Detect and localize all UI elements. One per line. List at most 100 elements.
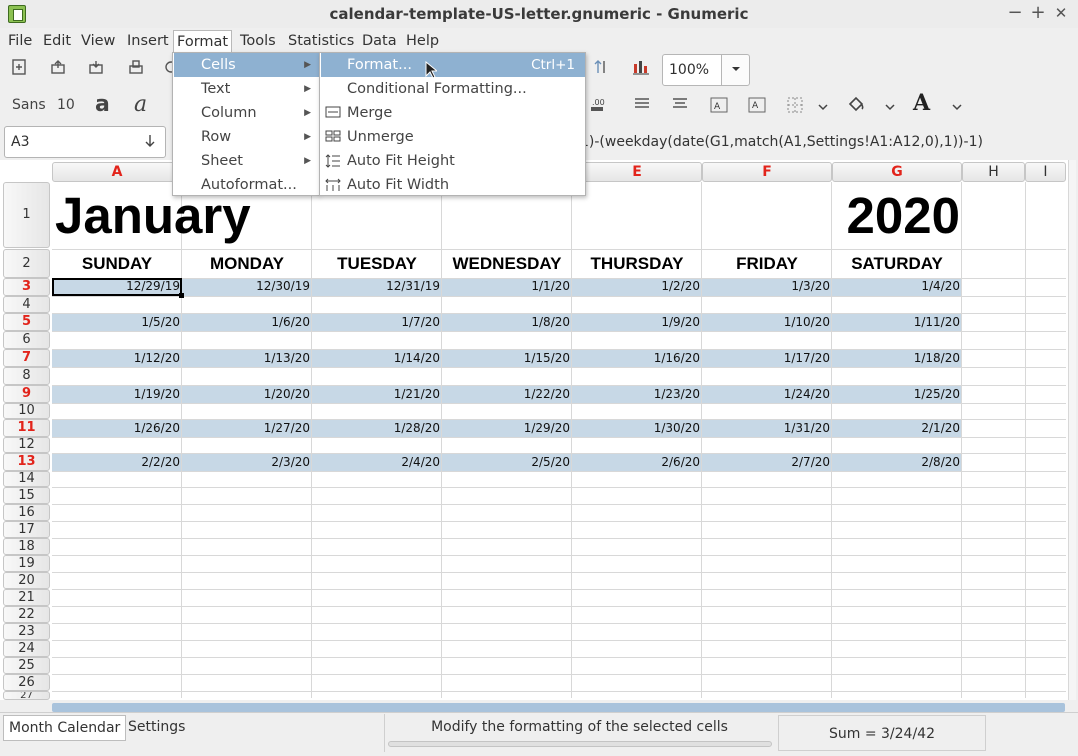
fill-color-icon[interactable] [845,94,867,116]
row-header-20[interactable]: 20 [3,572,50,589]
date-cell[interactable]: 1/5/20 [52,314,182,331]
menu-insert[interactable]: Insert [124,30,172,52]
menu-view[interactable]: View [78,30,118,52]
date-cell[interactable]: 1/9/20 [572,314,702,331]
print-preview-icon[interactable] [162,58,172,80]
menu-item-conditional-formatting[interactable]: Conditional Formatting... [321,77,585,101]
row-header-24[interactable]: 24 [3,640,50,657]
bold-icon[interactable]: a [95,92,110,117]
row-header-13[interactable]: 13 [3,453,50,471]
row-header-15[interactable]: 15 [3,487,50,504]
date-cell[interactable]: 1/2/20 [572,278,702,295]
date-cell[interactable]: 2/3/20 [182,454,312,471]
new-file-icon[interactable] [8,58,30,80]
horizontal-scrollbar[interactable] [52,703,1065,712]
row-header-6[interactable]: 6 [3,331,50,349]
maximize-button[interactable]: + [1027,3,1049,25]
chevron-down-icon[interactable] [946,96,968,118]
sheet-tab-month-calendar[interactable]: Month Calendar [3,715,127,741]
column-header-f[interactable]: F [702,162,832,182]
row-header-16[interactable]: 16 [3,504,50,521]
date-cell[interactable]: 2/5/20 [442,454,572,471]
date-cell[interactable]: 1/25/20 [832,386,962,403]
date-cell[interactable]: 1/18/20 [832,350,962,367]
decrease-decimals-icon[interactable]: .00 [590,96,612,118]
column-header-h[interactable]: H [962,162,1025,182]
chart-icon[interactable] [630,58,652,80]
date-cell[interactable]: 1/7/20 [312,314,442,331]
date-cell[interactable]: 12/30/19 [182,278,312,295]
menu-help[interactable]: Help [403,30,442,52]
align-left-icon[interactable] [631,96,653,118]
minimize-button[interactable]: − [1004,3,1026,25]
year-title-cell[interactable]: 2020 [832,188,960,244]
date-cell[interactable]: 1/31/20 [702,420,832,437]
superscript-icon[interactable]: A [708,96,730,118]
date-cell[interactable]: 1/13/20 [182,350,312,367]
menu-item-row[interactable]: Row ▶ [174,125,319,149]
close-button[interactable]: ✕ [1050,3,1072,25]
date-cell[interactable]: 1/30/20 [572,420,702,437]
date-cell[interactable]: 2/1/20 [832,420,962,437]
date-cell[interactable]: 2/4/20 [312,454,442,471]
date-cell[interactable]: 1/19/20 [52,386,182,403]
day-name-cell[interactable]: SATURDAY [832,250,962,278]
date-cell[interactable]: 1/16/20 [572,350,702,367]
date-cell[interactable]: 2/7/20 [702,454,832,471]
date-cell[interactable]: 1/8/20 [442,314,572,331]
row-header-22[interactable]: 22 [3,606,50,623]
column-header-e[interactable]: E [572,162,702,182]
date-cell[interactable]: 1/1/20 [442,278,572,295]
chevron-down-icon[interactable] [879,96,901,118]
date-cell[interactable]: 1/3/20 [702,278,832,295]
date-cell[interactable]: 1/17/20 [702,350,832,367]
date-cell[interactable]: 1/20/20 [182,386,312,403]
date-cell[interactable]: 1/11/20 [832,314,962,331]
row-header-21[interactable]: 21 [3,589,50,606]
date-cell[interactable]: 1/26/20 [52,420,182,437]
row-header-7[interactable]: 7 [3,349,50,367]
row-header-19[interactable]: 19 [3,555,50,572]
menu-tools[interactable]: Tools [237,30,279,52]
date-cell[interactable]: 2/2/20 [52,454,182,471]
menu-item-autoformat[interactable]: Autoformat... [174,173,319,197]
date-cell[interactable]: 1/14/20 [312,350,442,367]
day-name-cell[interactable]: FRIDAY [702,250,832,278]
print-icon[interactable] [125,58,147,80]
menu-item-text[interactable]: Text ▶ [174,77,319,101]
column-header-a[interactable]: A [52,162,182,182]
day-name-cell[interactable]: THURSDAY [572,250,702,278]
menu-file[interactable]: File [5,30,35,52]
borders-icon[interactable] [784,96,806,118]
vertical-scrollbar[interactable] [1068,160,1076,700]
date-cell[interactable]: 1/23/20 [572,386,702,403]
date-cell[interactable]: 2/6/20 [572,454,702,471]
menu-edit[interactable]: Edit [40,30,74,52]
row-header-26[interactable]: 26 [3,674,50,691]
date-cell[interactable]: 1/27/20 [182,420,312,437]
row-header-25[interactable]: 25 [3,657,50,674]
date-cell[interactable]: 1/15/20 [442,350,572,367]
date-cell[interactable]: 1/6/20 [182,314,312,331]
date-cell[interactable]: 1/12/20 [52,350,182,367]
menu-data[interactable]: Data [359,30,400,52]
menu-item-auto-fit-width[interactable]: Auto Fit Width [321,173,585,197]
zoom-input[interactable]: 100% [662,54,722,86]
column-header-g[interactable]: G [832,162,962,182]
column-header-i[interactable]: I [1025,162,1066,182]
menu-item-sheet[interactable]: Sheet ▶ [174,149,319,173]
save-file-icon[interactable] [85,58,107,80]
date-cell[interactable]: 12/31/19 [312,278,442,295]
row-header-8[interactable]: 8 [3,367,50,385]
date-cell[interactable]: 1/21/20 [312,386,442,403]
row-header-23[interactable]: 23 [3,623,50,640]
row-header-9[interactable]: 9 [3,385,50,403]
fill-handle[interactable] [179,293,184,298]
sheet-tab-settings[interactable]: Settings [123,715,190,741]
date-cell[interactable]: 1/10/20 [702,314,832,331]
date-cell[interactable]: 2/8/20 [832,454,962,471]
open-file-icon[interactable] [47,58,69,80]
date-cell[interactable]: 1/4/20 [832,278,962,295]
date-cell[interactable]: 1/22/20 [442,386,572,403]
menu-item-column[interactable]: Column ▶ [174,101,319,125]
